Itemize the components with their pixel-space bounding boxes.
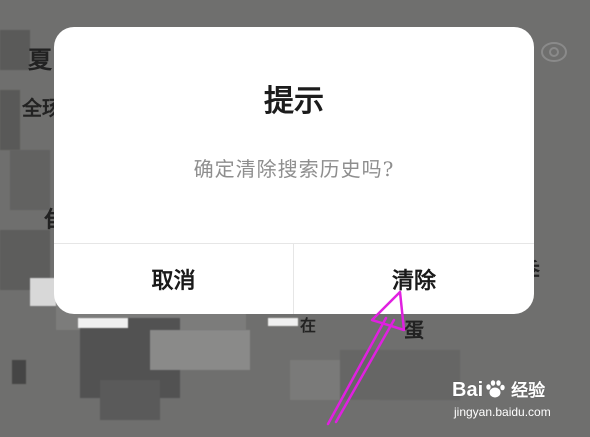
blurred-block bbox=[10, 150, 50, 210]
blurred-block bbox=[100, 380, 160, 420]
blurred-block bbox=[12, 360, 26, 384]
blurred-block bbox=[0, 90, 20, 150]
watermark: Bai 经验 jingyan.baidu.com bbox=[452, 376, 590, 426]
watermark-url: jingyan.baidu.com bbox=[454, 405, 551, 419]
bg-fragment: 夏 bbox=[28, 46, 52, 74]
dialog-message: 确定清除搜索历史吗? bbox=[193, 157, 395, 181]
watermark-brand: Bai 经验 bbox=[452, 376, 545, 402]
watermark-brand-b: 经验 bbox=[511, 381, 546, 401]
watermark-brand-a: Bai bbox=[452, 379, 484, 401]
screen: 夏 全玚 隹 季 蛋 在 提示 确定清除搜索历史吗? 取消 清除 bbox=[0, 0, 590, 437]
bg-fragment: 在 bbox=[300, 316, 317, 335]
blurred-block bbox=[0, 30, 30, 70]
blurred-block bbox=[268, 318, 298, 326]
clear-button[interactable]: 清除 bbox=[294, 244, 534, 314]
confirm-dialog: 提示 确定清除搜索历史吗? 取消 清除 bbox=[54, 27, 534, 314]
blurred-block bbox=[340, 350, 460, 400]
cancel-button[interactable]: 取消 bbox=[54, 244, 293, 314]
bg-fragment: 蛋 bbox=[404, 318, 424, 342]
blurred-block bbox=[150, 330, 250, 370]
dialog-title: 提示 bbox=[264, 84, 324, 119]
blurred-block bbox=[78, 318, 128, 328]
eye-icon[interactable] bbox=[540, 38, 568, 66]
paw-icon bbox=[486, 380, 505, 398]
